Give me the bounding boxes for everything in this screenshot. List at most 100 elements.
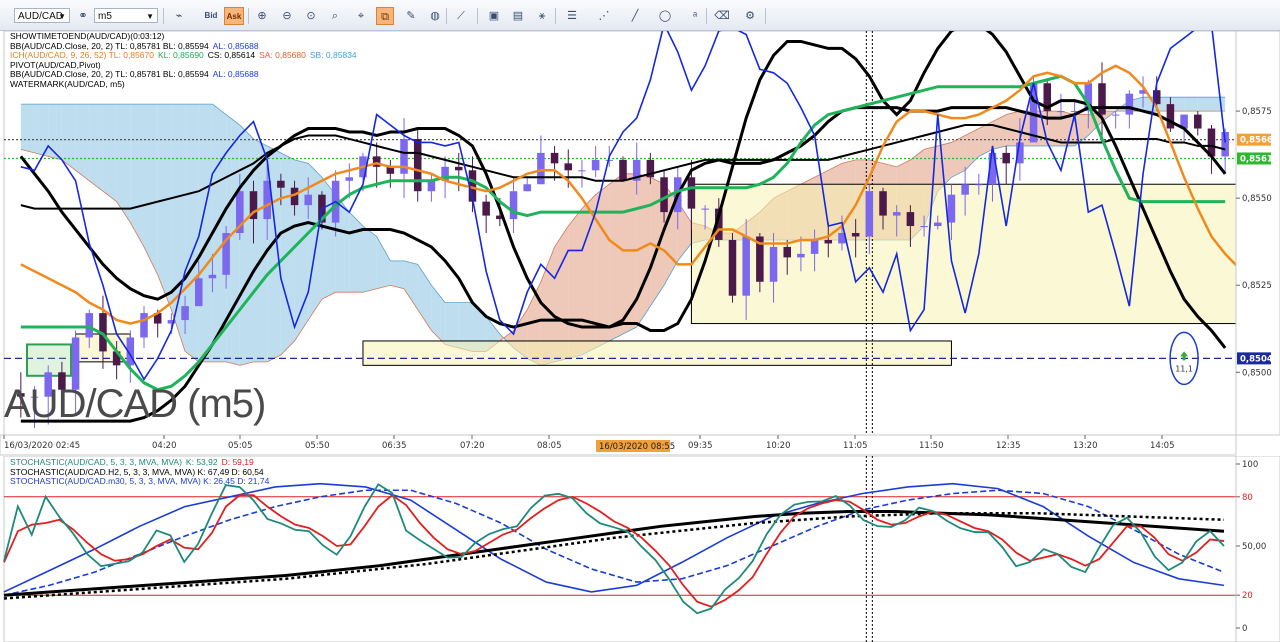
time-tick-label: 16/03/2020 02:45	[4, 441, 80, 451]
ichimoku-cloud-segment	[1211, 97, 1226, 112]
trend-line-icon[interactable]: ╱	[626, 7, 644, 25]
candle-body	[277, 180, 285, 188]
image-icon[interactable]: ▣	[485, 7, 503, 25]
candle-body	[824, 239, 833, 244]
ruler-icon[interactable]: ⟋	[452, 7, 470, 25]
candle-body	[851, 233, 860, 237]
properties-icon[interactable]: ⚙	[741, 7, 759, 25]
stochastic-tick-label: 100	[1242, 460, 1258, 470]
price-tick-label: 0,8550	[1242, 194, 1272, 204]
candle-body	[810, 239, 819, 254]
main-legend-text: PIVOT(AUD/CAD,Pivot)	[10, 59, 101, 70]
lines-icon[interactable]: ☰	[563, 7, 581, 25]
zoom-out-icon[interactable]: ⊖	[278, 7, 296, 25]
candle-body	[1166, 104, 1175, 129]
candle-body	[537, 152, 545, 185]
candle-body	[455, 166, 463, 171]
stochastic-legend-text: K: 53,92	[185, 457, 218, 467]
candle-body	[1002, 152, 1010, 164]
time-tick-label: 13:20	[1073, 441, 1098, 451]
toolbar-separator	[706, 8, 707, 24]
chart-watermark: AUD/CAD (m5)	[4, 382, 266, 426]
main-legend-text: AL: 0,85688	[212, 69, 259, 80]
toolbar-separator	[248, 8, 249, 24]
price-label-text: 0,85668	[1240, 136, 1279, 146]
main-legend-text: SB: 0,85834	[309, 50, 357, 61]
chevron-down-icon: ▼	[146, 12, 154, 21]
ask-button[interactable]: Ask	[224, 7, 244, 25]
main-legend-row: WATERMARK(AUD/CAD, m5)	[10, 79, 361, 90]
candle-body	[920, 226, 928, 228]
crosshair-icon[interactable]: ⌖	[352, 7, 370, 25]
zoom-in-icon[interactable]: ⊕	[253, 7, 271, 25]
comment-icon[interactable]: ✎	[402, 7, 420, 25]
globe-icon[interactable]: ◍	[426, 7, 444, 25]
candle-body	[769, 246, 778, 282]
main-legend-text: BB(AUD/CAD.Close, 20, 2) TL: 0,85781 BL:…	[10, 40, 209, 51]
ichimoku-cloud-segment	[75, 104, 90, 181]
text-tool-icon[interactable]: ᵃ	[686, 7, 704, 25]
timeframe-select[interactable]: m5 ▼	[94, 8, 158, 23]
chart-window-icon[interactable]: ▤	[509, 7, 527, 25]
shape-icon[interactable]: ◯	[656, 7, 674, 25]
stochastic-tick-label: 20	[1242, 591, 1253, 601]
time-tick-label: 10:20	[766, 441, 791, 451]
candle-body	[892, 212, 901, 216]
main-legend-text: AL: 0,85688	[212, 40, 259, 51]
candle-body	[181, 306, 189, 321]
annotation-box	[362, 340, 952, 366]
main-legend-text: ICH(AUD/CAD, 9, 26, 52) TL: 0,85670	[10, 50, 154, 61]
zoom-fit-icon[interactable]: ⊙	[302, 7, 320, 25]
candle-body	[304, 194, 312, 206]
candle-body	[523, 184, 531, 192]
candle-body	[975, 184, 983, 186]
symbol-select[interactable]: AUD/CAD ▼	[14, 8, 70, 23]
candle-body	[947, 194, 956, 223]
ichimoku-cloud-segment	[89, 104, 103, 192]
bid-button[interactable]: Bid	[201, 7, 221, 25]
toolbar: AUD/CAD ▼ ⚭ m5 ▼ ⌁ Bid Ask ⊕ ⊖ ⊙ ⌕ ⌖ ⧉ ✎…	[0, 0, 1280, 31]
candle-body	[1057, 111, 1065, 113]
timeframe-select-value: m5	[98, 11, 112, 22]
ichimoku-cloud-segment	[61, 104, 76, 171]
time-tick-label: 11:05	[843, 441, 868, 451]
time-tick-label: 09:35	[688, 441, 713, 451]
stochastic-legend-text: D: 59,19	[221, 457, 254, 467]
candle-body	[427, 180, 436, 192]
ichimoku-cloud-segment	[198, 104, 213, 362]
candle-body	[482, 201, 490, 216]
candle-body	[865, 191, 874, 237]
candle-body	[509, 191, 518, 220]
ichimoku-cloud-segment	[157, 104, 172, 310]
main-legend-text: BB(AUD/CAD.Close, 20, 2) TL: 0,85781 BL:…	[10, 69, 209, 80]
ichimoku-cloud-segment	[362, 226, 377, 293]
candle-body	[140, 313, 148, 338]
candle-body	[934, 222, 942, 227]
candle-body	[591, 159, 600, 171]
main-legend-text: SHOWTIMETOEND(AUD/CAD)(0:03:12)	[10, 31, 165, 41]
indicators-icon[interactable]: ⚹	[533, 7, 551, 25]
stochastic-legend-row: STOCHASTIC(AUD/CAD.m30, 5, 3, 3, MVA, MV…	[10, 476, 273, 487]
candle-body	[605, 159, 614, 161]
ichimoku-cloud-segment	[20, 104, 35, 153]
chart-type-icon[interactable]: ⌁	[170, 7, 188, 25]
price-label-text: 0,85040	[1240, 354, 1279, 364]
candle-body	[783, 246, 791, 258]
main-legend-text: CS: 0,85614	[207, 50, 256, 61]
chart-style-icon[interactable]: ⚭	[74, 7, 92, 25]
zoom-area-icon[interactable]: ⌕	[326, 7, 344, 25]
time-tick-label: 07:20	[460, 441, 485, 451]
candle-body	[879, 191, 887, 216]
candle-body	[194, 278, 203, 307]
candle-body	[687, 177, 696, 209]
ichimoku-cloud-segment	[239, 125, 254, 366]
toolbar-separator	[765, 8, 766, 24]
main-legend-text: KL: 0,85690	[157, 50, 204, 61]
time-tick-label: 05:05	[228, 441, 253, 451]
stochastic-tick-label: 80	[1242, 493, 1253, 503]
time-tick-label: 11:50	[919, 441, 944, 451]
stochastic-legend-text: STOCHASTIC(AUD/CAD.H2, 5, 3, 3, MVA, MVA…	[10, 466, 264, 477]
fibonacci-icon[interactable]: ⋰	[595, 7, 613, 25]
eraser-icon[interactable]: ⌫	[713, 7, 731, 25]
cursor-info-icon[interactable]: ⧉	[376, 7, 394, 25]
